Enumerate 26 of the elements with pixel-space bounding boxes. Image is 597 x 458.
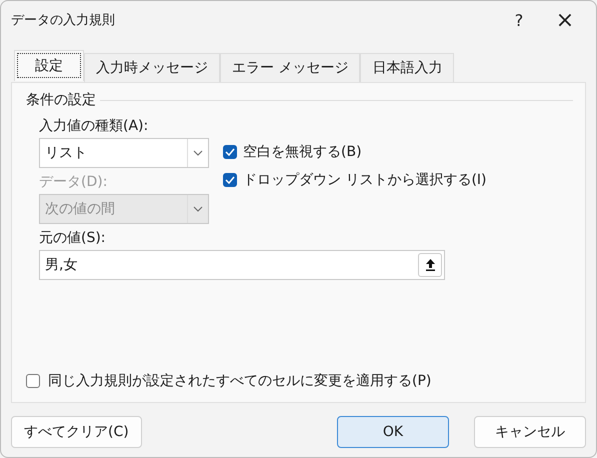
- cancel-button[interactable]: キャンセル: [474, 416, 586, 448]
- upload-arrow-icon: [426, 259, 434, 271]
- help-button[interactable]: ?: [496, 2, 542, 38]
- window-title: データの入力規則: [11, 12, 116, 29]
- collapse-button[interactable]: [418, 253, 442, 277]
- tab[interactable]: 設定: [14, 50, 84, 81]
- tab[interactable]: 日本語入力: [360, 53, 454, 82]
- field-label: 入力値の種類(A):: [39, 117, 150, 135]
- checkbox-label: 同じ入力規則が設定されたすべてのセルに変更を適用する(P): [48, 372, 432, 390]
- clear-all-button[interactable]: すべてクリア(C): [11, 416, 142, 448]
- checkbox[interactable]: [223, 173, 237, 187]
- checkbox[interactable]: [223, 145, 237, 159]
- group-title: 条件の設定: [26, 91, 96, 109]
- source-field[interactable]: 男,女: [39, 250, 445, 280]
- ok-button[interactable]: OK: [337, 416, 449, 448]
- close-button[interactable]: ×: [542, 2, 588, 38]
- checkbox-label: 空白を無視する(B): [243, 143, 362, 161]
- checkbox[interactable]: [26, 374, 40, 388]
- tab[interactable]: エラー メッセージ: [220, 53, 360, 82]
- allow-dropdown[interactable]: リスト: [39, 138, 209, 168]
- checkbox-label: ドロップダウン リストから選択する(I): [243, 171, 487, 189]
- chevron-icon: [193, 206, 203, 212]
- field-label: データ(D):: [39, 173, 108, 191]
- tab[interactable]: 入力時メッセージ: [84, 53, 220, 82]
- chevron-icon: [193, 150, 203, 156]
- field-label: 元の値(S):: [38, 229, 107, 247]
